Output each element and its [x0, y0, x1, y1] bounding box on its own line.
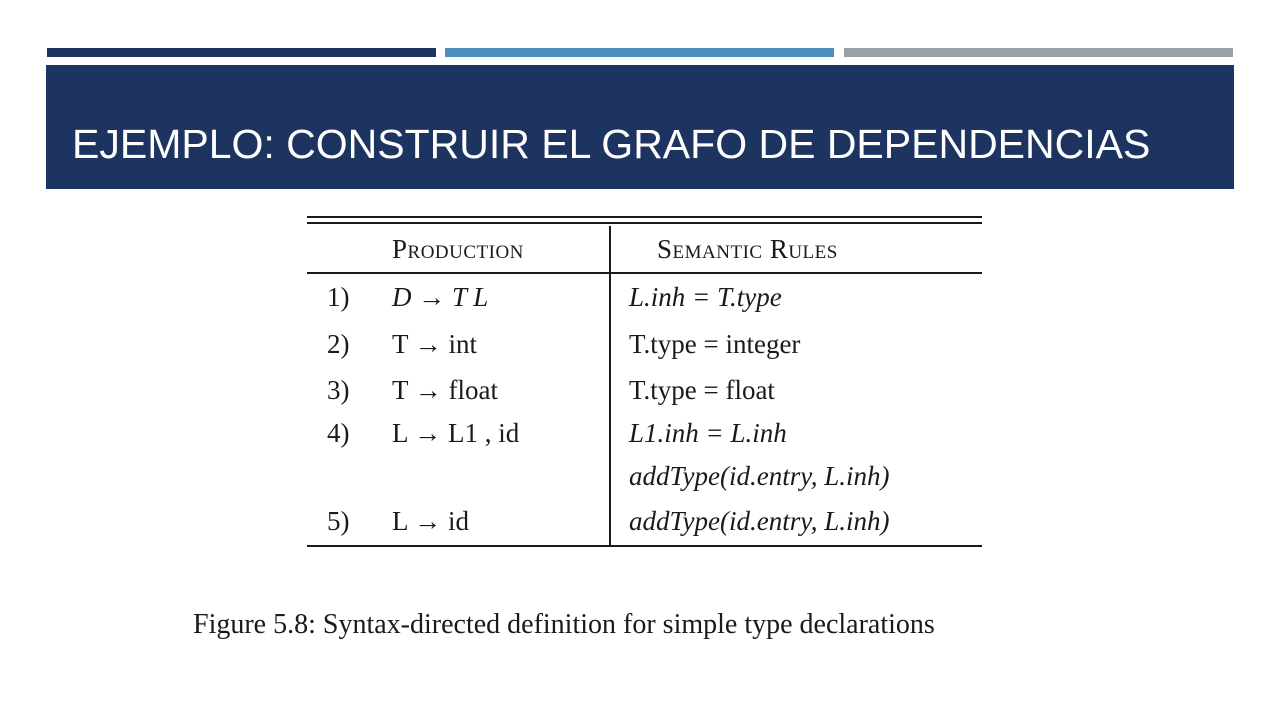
row-number: 4) — [327, 418, 350, 448]
production-cell: T → float — [392, 375, 498, 405]
table-column-divider — [609, 226, 611, 546]
row-number: 3) — [327, 375, 350, 405]
production-cell: L → id — [392, 506, 469, 536]
accent-bar-blue — [445, 48, 834, 57]
semantic-rule-cell: L1.inh = L.inh — [629, 418, 787, 448]
accent-bar-dark — [47, 48, 436, 57]
slide-title: EJEMPLO: CONSTRUIR EL GRAFO DE DEPENDENC… — [72, 121, 1151, 167]
header-semantic-rules: Semantic Rules — [657, 234, 838, 264]
semantic-rule-cell: T.type = integer — [629, 329, 801, 359]
row-number: 2) — [327, 329, 350, 359]
header-production: Production — [392, 234, 524, 264]
production-cell: L → L1 , id — [392, 418, 520, 448]
table-header-rule — [307, 272, 982, 274]
row-number: 5) — [327, 506, 350, 536]
figure-caption: Figure 5.8: Syntax-directed definition f… — [193, 609, 935, 640]
table-top-rule-1 — [307, 216, 982, 218]
semantic-rule-cell: L.inh = T.type — [629, 282, 782, 312]
table-bottom-rule — [307, 545, 982, 547]
semantic-rule-cell: addType(id.entry, L.inh) — [629, 461, 890, 491]
accent-bar-gray — [844, 48, 1233, 57]
semantic-rule-cell: addType(id.entry, L.inh) — [629, 506, 890, 536]
table-top-rule-2 — [307, 222, 982, 224]
production-cell: D → T L — [392, 282, 489, 312]
row-number: 1) — [327, 282, 350, 312]
sdd-table: Production Semantic Rules 1) D → T L L.i… — [307, 216, 982, 548]
semantic-rule-cell: T.type = float — [629, 375, 775, 405]
production-cell: T → int — [392, 329, 478, 359]
